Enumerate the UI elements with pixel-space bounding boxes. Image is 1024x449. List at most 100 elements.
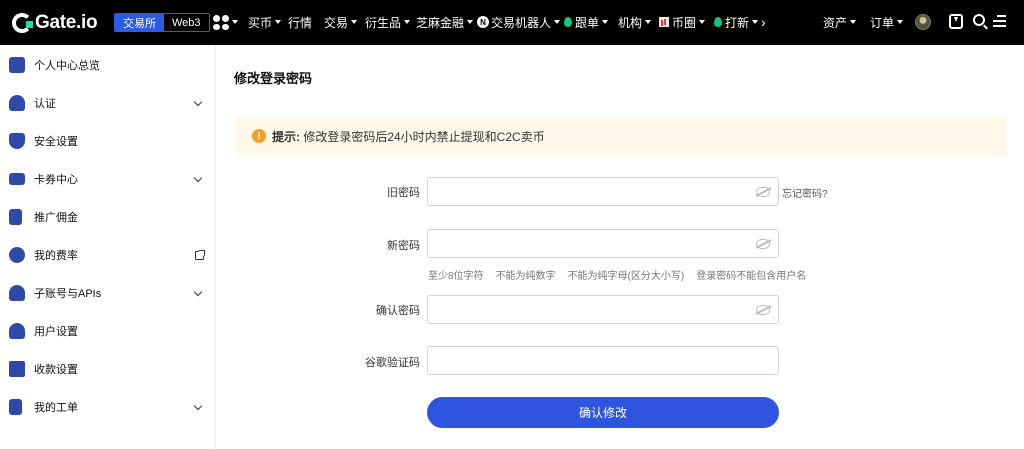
nav-crypto-circle[interactable]: 币圈 xyxy=(659,15,706,30)
n-badge-icon: N xyxy=(477,16,489,28)
nav-buy-crypto[interactable]: 买币 xyxy=(248,15,282,30)
segment-exchange[interactable]: 交易所 xyxy=(115,14,164,31)
fee-icon xyxy=(9,247,25,263)
sidebar-item-label: 认证 xyxy=(34,98,56,110)
sidebar-item-user-settings[interactable]: 用户设置 xyxy=(0,319,216,343)
nav-label: 资产 xyxy=(823,15,848,30)
page-title: 修改登录密码 xyxy=(234,71,313,86)
nav-institutional[interactable]: 机构 xyxy=(618,15,652,30)
sidebar-item-payment-settings[interactable]: 收款设置 xyxy=(0,357,216,381)
sidebar-item-security[interactable]: 安全设置 xyxy=(0,129,216,153)
password-rules: 至少8位字符 不能为纯数字 不能为纯字母(区分大小写) 登录密码不能包含用户名 xyxy=(428,267,806,282)
nav-markets[interactable]: 行情 xyxy=(288,15,313,30)
download-icon[interactable] xyxy=(949,14,963,29)
ticket-icon xyxy=(9,173,25,185)
nav-orders[interactable]: 订单 xyxy=(870,15,904,30)
sidebar-item-verification[interactable]: 认证 xyxy=(0,91,216,115)
chevron-down-icon xyxy=(645,20,652,24)
sidebar-item-coupons[interactable]: 卡券中心 xyxy=(0,167,216,191)
sidebar: 个人中心总览 认证 安全设置 卡券中心 推广佣金 我的费率 子账号与APIs 用… xyxy=(0,45,216,449)
nav-trading-bot[interactable]: N 交易机器人 xyxy=(477,15,561,30)
warning-icon: ! xyxy=(252,129,266,143)
password-rule: 不能为纯字母(区分大小写) xyxy=(567,271,685,282)
password-rule: 至少8位字符 xyxy=(428,271,484,282)
top-navigation-bar: Gate.io 交易所 Web3 买币 行情 交易 衍生品 芝麻金融 N 交易机… xyxy=(0,0,1024,45)
chevron-down-icon xyxy=(351,20,358,24)
chevron-down-icon xyxy=(602,20,609,24)
logo-text: Gate.io xyxy=(35,12,98,33)
flame-icon xyxy=(564,17,572,27)
nav-label: 交易 xyxy=(324,15,349,30)
sidebar-item-overview[interactable]: 个人中心总览 xyxy=(0,53,216,77)
chevron-down-icon xyxy=(467,20,474,24)
sidebar-item-fees[interactable]: 我的费率 xyxy=(0,243,216,267)
nav-assets[interactable]: 资产 xyxy=(823,15,857,30)
market-segment-switch: 交易所 Web3 xyxy=(114,13,210,32)
sidebar-item-label: 收款设置 xyxy=(34,364,78,376)
chevron-down-icon xyxy=(752,20,759,24)
nav-label: 跟单 xyxy=(575,15,600,30)
nav-label: 芝麻金融 xyxy=(416,15,465,30)
sidebar-item-subaccounts[interactable]: 子账号与APIs xyxy=(0,281,216,305)
chevron-down-icon xyxy=(275,20,282,24)
notice-prefix: 提示: xyxy=(272,129,300,144)
segment-web3[interactable]: Web3 xyxy=(164,14,209,31)
confirm-password-label: 确认密码 xyxy=(376,305,420,317)
sidebar-item-label: 安全设置 xyxy=(34,136,78,148)
chart-icon xyxy=(659,17,669,27)
nav-more-arrow[interactable]: › xyxy=(761,14,766,30)
chevron-down-icon xyxy=(193,173,203,182)
sidebar-item-label: 我的工单 xyxy=(34,402,78,414)
eye-off-icon[interactable] xyxy=(756,305,770,315)
apps-grid-icon[interactable] xyxy=(213,15,229,30)
forgot-password-link[interactable]: 忘记密码? xyxy=(782,185,828,200)
nav-launchpad[interactable]: 打新 xyxy=(714,15,759,30)
nav-label: 衍生品 xyxy=(365,15,402,30)
nav-label: 买币 xyxy=(248,15,273,30)
eye-off-icon[interactable] xyxy=(756,239,770,249)
chevron-down-icon xyxy=(232,20,238,24)
nav-trade[interactable]: 交易 xyxy=(324,15,358,30)
notice-message: 修改登录密码后24小时内禁止提现和C2C卖币 xyxy=(300,129,545,144)
nav-label: 交易机器人 xyxy=(491,15,552,30)
sidebar-item-label: 推广佣金 xyxy=(34,212,78,224)
sidebar-item-referral[interactable]: 推广佣金 xyxy=(0,205,216,229)
search-icon[interactable] xyxy=(973,14,985,26)
external-link-icon xyxy=(195,249,205,260)
avatar[interactable] xyxy=(915,14,931,30)
chevron-down-icon xyxy=(850,20,857,24)
chevron-right-icon: › xyxy=(761,14,766,30)
user-settings-icon xyxy=(9,323,25,339)
chevron-down-icon xyxy=(897,20,904,24)
password-rule: 登录密码不能包含用户名 xyxy=(696,271,807,282)
google-code-field[interactable] xyxy=(427,346,779,375)
nav-finance[interactable]: 芝麻金融 xyxy=(416,15,474,30)
subaccount-icon xyxy=(9,285,25,301)
confirm-change-button[interactable]: 确认修改 xyxy=(427,397,779,428)
new-password-label: 新密码 xyxy=(387,240,420,252)
confirm-password-field[interactable] xyxy=(427,295,779,324)
new-password-field[interactable] xyxy=(427,229,779,258)
chevron-down-icon xyxy=(554,20,561,24)
nav-label: 行情 xyxy=(288,15,313,30)
notice-text: 提示: 修改登录密码后24小时内禁止提现和C2C卖币 xyxy=(272,128,545,145)
gate-logo-icon xyxy=(12,13,33,33)
nav-derivatives[interactable]: 衍生品 xyxy=(365,15,411,30)
menu-icon[interactable] xyxy=(993,15,1006,27)
chevron-down-icon xyxy=(193,287,203,296)
nav-copy-trading[interactable]: 跟单 xyxy=(564,15,609,30)
payment-icon xyxy=(9,361,25,377)
referral-icon xyxy=(9,209,22,225)
sidebar-item-label: 子账号与APIs xyxy=(34,288,102,300)
google-code-label: 谷歌验证码 xyxy=(365,357,420,369)
eye-off-icon[interactable] xyxy=(756,187,770,197)
gate-logo[interactable]: Gate.io xyxy=(12,12,98,34)
nav-label: 打新 xyxy=(725,15,750,30)
nav-label: 机构 xyxy=(618,15,643,30)
password-rule: 不能为纯数字 xyxy=(495,271,556,282)
old-password-field[interactable] xyxy=(427,177,779,206)
sidebar-item-label: 我的费率 xyxy=(34,250,78,262)
flame-icon xyxy=(714,17,722,27)
sidebar-item-my-tickets[interactable]: 我的工单 xyxy=(0,395,216,419)
nav-label: 订单 xyxy=(870,15,895,30)
